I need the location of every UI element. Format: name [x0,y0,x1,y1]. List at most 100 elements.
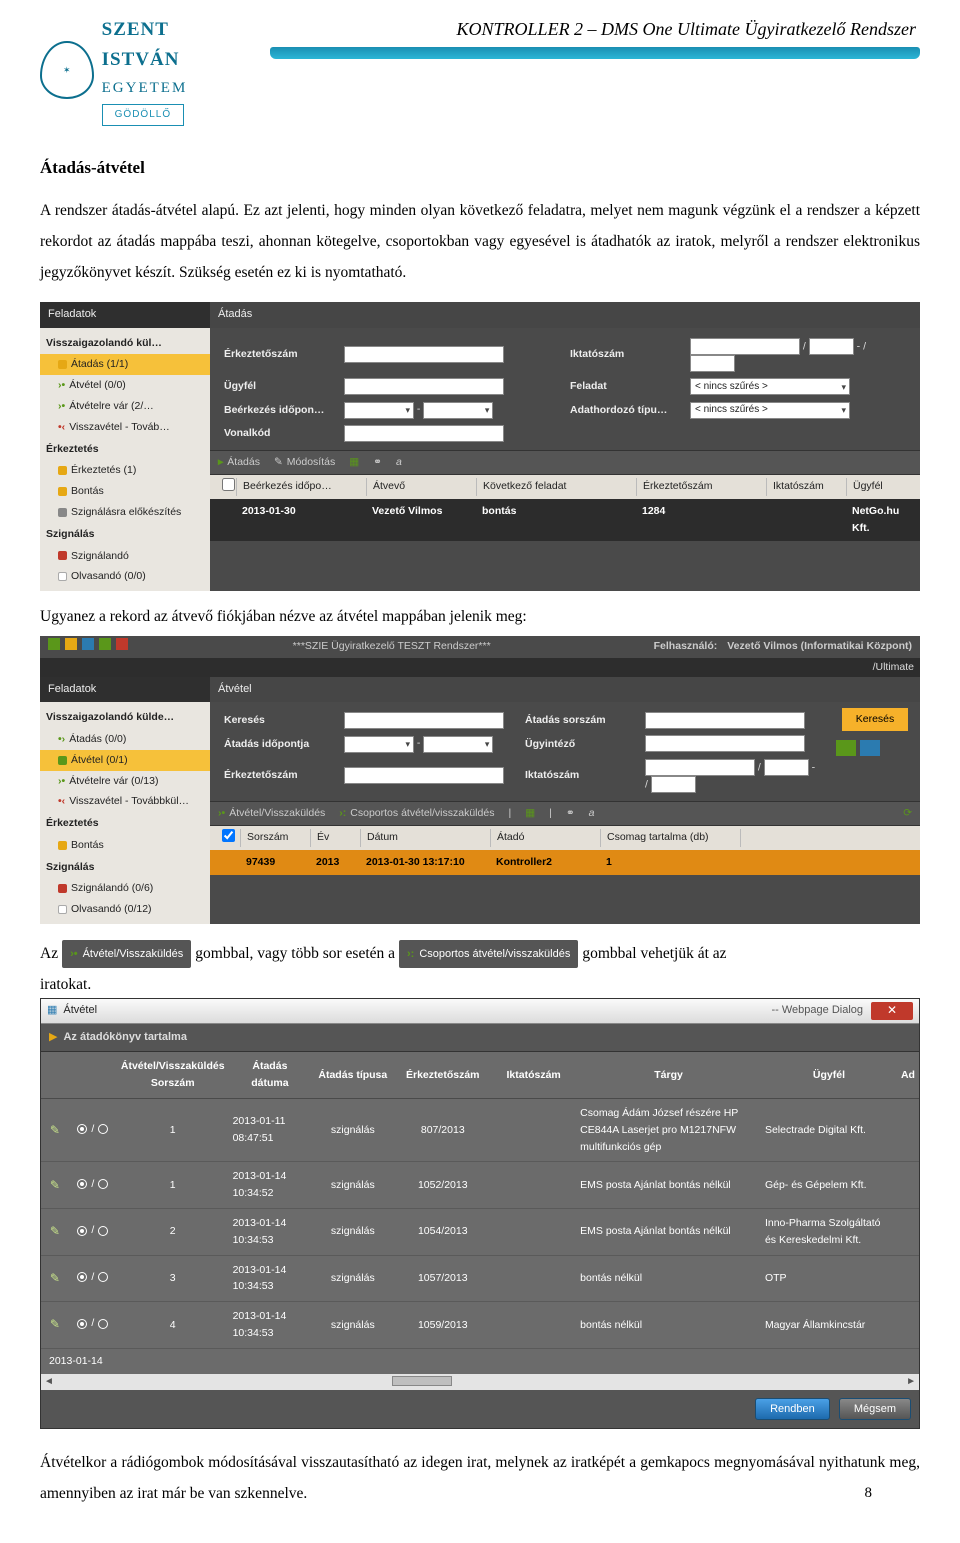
input-atadas-sorszam[interactable] [645,712,805,729]
sidebar-item-atvetelre-var[interactable]: ›•Átvételre vár (2/… [40,396,210,417]
toolbar-csoportos-button[interactable]: ›:Csoportos átvétel/visszaküldés [339,805,494,822]
sidebar-item-szignalando[interactable]: Szignálandó (0/6) [40,878,210,899]
toolbar-link-icon[interactable]: ⚭ [373,454,382,471]
dialog-table-row[interactable]: ✎ / 12013-01-11 08:47:51szignálás807/201… [41,1099,919,1162]
sidebar-item-bontas[interactable]: Bontás [40,835,210,856]
col-beerkezes[interactable]: Beérkezés időpo… [236,478,366,497]
dialog-table-row[interactable]: ✎ / 32013-01-14 10:34:53szignálás1057/20… [41,1255,919,1302]
radio-accept[interactable] [77,1272,87,1282]
col-ugyfel[interactable]: Ügyfél [846,478,914,497]
col-ev[interactable]: Év [310,829,360,848]
input-erkeztszam[interactable] [344,346,504,363]
radio-reject[interactable] [98,1124,108,1134]
radio-reject[interactable] [98,1319,108,1329]
toolbar-excel-icon[interactable]: ▦ [349,454,359,471]
col-datum[interactable]: Dátum [360,829,490,848]
dialog-table-row[interactable]: ✎ / 42013-01-14 10:34:53szignálás1059/20… [41,1302,919,1349]
date-from[interactable] [344,402,414,419]
edit-icon[interactable]: ✎ [50,1123,60,1137]
dialog-table-row[interactable]: ✎ / 12013-01-14 10:34:52szignálás1052/20… [41,1162,919,1209]
input-ugyintezo[interactable] [645,735,805,752]
edit-icon[interactable]: ✎ [50,1178,60,1192]
col-atado[interactable]: Átadó [490,829,600,848]
scrollbar-thumb[interactable] [392,1376,452,1386]
toolbar-attach-icon[interactable]: a [396,454,402,471]
col-erkeztszam[interactable]: Érkeztetőszám [636,478,766,497]
sidebar-item-visszavetel[interactable]: •‹Visszavétel - Továbbkül… [40,791,210,812]
col-atvevo[interactable]: Átvevő [366,478,476,497]
col-iktatoszam[interactable]: Iktatószám [766,478,846,497]
select-all-checkbox[interactable] [222,478,235,491]
save-icon[interactable] [860,740,880,756]
refresh-icon[interactable]: ⟳ [903,805,912,822]
bolt-icon[interactable] [99,638,111,650]
cancel-button[interactable]: Mégsem [839,1398,911,1420]
dialog-table-row[interactable]: ✎ / 22013-01-14 10:34:53szignálás1054/20… [41,1209,919,1256]
list-row[interactable]: 2013-01-30 Vezető Vilmos bontás 1284 Net… [210,499,920,541]
close-icon[interactable]: ✕ [871,1002,913,1020]
sidebar-item-erkeztetes[interactable]: Érkeztetés (1) [40,460,210,481]
sidebar-item-atvetel[interactable]: ›•Átvétel (0/0) [40,375,210,396]
flag-icon[interactable] [65,638,77,650]
date-to[interactable] [423,736,493,753]
radio-group[interactable]: / [77,1269,108,1286]
input-iktatoszam-1[interactable] [690,338,800,355]
radio-reject[interactable] [98,1179,108,1189]
radio-accept[interactable] [77,1226,87,1236]
select-feladat[interactable]: < nincs szűrés > [690,378,850,395]
toolbar-attach-icon[interactable]: a [589,805,595,822]
edit-icon[interactable]: ✎ [50,1271,60,1285]
inline-atvetel-button[interactable]: ›•Átvétel/Visszaküldés [62,940,191,968]
toolbar-link-icon[interactable]: ⚭ [566,805,575,822]
sidebar-item-olvasando[interactable]: Olvasandó (0/0) [40,566,210,587]
input-iktatoszam-1[interactable] [645,759,755,776]
sidebar-item-szignalasra[interactable]: Szignálásra előkészítés [40,502,210,523]
list-row[interactable]: 97439 2013 2013-01-30 13:17:10 Kontrolle… [210,850,920,875]
input-kereses[interactable] [344,712,504,729]
col-sorszam[interactable]: Sorszám [240,829,310,848]
sidebar-item-atvetelre-var[interactable]: ›•Átvételre vár (0/13) [40,771,210,792]
ok-button[interactable]: Rendben [755,1398,830,1420]
input-iktatoszam-3[interactable] [651,776,696,793]
toolbar-excel-icon[interactable]: ▦ [525,805,535,822]
horizontal-scrollbar[interactable] [41,1374,919,1390]
radio-group[interactable]: / [77,1315,108,1332]
radio-accept[interactable] [77,1319,87,1329]
radio-group[interactable]: / [77,1222,108,1239]
input-iktatoszam-2[interactable] [809,338,854,355]
radio-accept[interactable] [77,1179,87,1189]
toolbar-atadas-button[interactable]: ▸Átadás [218,454,260,471]
radio-group[interactable]: / [77,1176,108,1193]
radio-reject[interactable] [98,1226,108,1236]
date-to[interactable] [423,402,493,419]
sidebar-item-atadas[interactable]: •›Átadás (0/0) [40,729,210,750]
sidebar-item-visszavetel[interactable]: •‹Visszavétel - Továb… [40,417,210,438]
search-button[interactable]: Keresés [842,708,909,731]
sidebar-item-olvasando[interactable]: Olvasandó (0/12) [40,899,210,920]
sidebar-item-atvetel[interactable]: Átvétel (0/1) [40,750,210,771]
select-adathordozo[interactable]: < nincs szűrés > [690,402,850,419]
input-iktatoszam-2[interactable] [764,759,809,776]
input-vonalkod[interactable] [344,425,504,442]
input-iktatoszam-3[interactable] [690,355,735,372]
radio-reject[interactable] [98,1272,108,1282]
col-csomag[interactable]: Csomag tartalma (db) [600,829,740,848]
toolbar-modositas-button[interactable]: ✎Módosítás [274,454,335,471]
toolbar-atvetel-button[interactable]: ›•Átvétel/Visszaküldés [218,805,325,822]
sidebar-item-szignalando[interactable]: Szignálandó [40,546,210,567]
date-from[interactable] [344,736,414,753]
sidebar-item-bontas[interactable]: Bontás [40,481,210,502]
edit-icon[interactable]: ✎ [50,1317,60,1331]
radio-group[interactable]: / [77,1121,108,1138]
excel-icon[interactable] [836,740,856,756]
input-erkeztszam[interactable] [344,767,504,784]
inline-csoportos-button[interactable]: ›:Csoportos átvétel/visszaküldés [399,940,578,968]
sidebar-item-atadas[interactable]: Átadás (1/1) [40,354,210,375]
radio-accept[interactable] [77,1124,87,1134]
select-all-checkbox[interactable] [222,829,235,842]
bolt-icon[interactable] [116,638,128,650]
input-ugyfel[interactable] [344,378,504,395]
flag-icon[interactable] [82,638,94,650]
edit-icon[interactable]: ✎ [50,1224,60,1238]
flag-icon[interactable] [48,638,60,650]
